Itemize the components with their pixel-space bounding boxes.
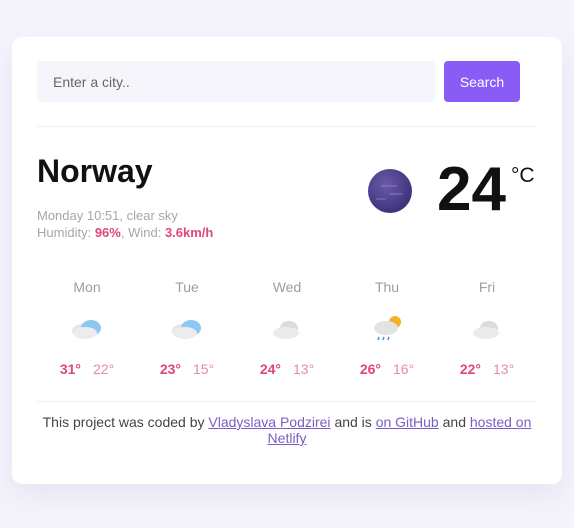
forecast-day: Mon 31° 22° (37, 275, 137, 380)
humidity-value: 96% (94, 225, 121, 240)
forecast-day: Wed 24° 13° (237, 275, 337, 380)
forecast-temps: 26° 16° (337, 361, 437, 377)
footer-text: and (442, 414, 466, 430)
forecast-day-name: Mon (73, 279, 101, 295)
forecast-day-name: Wed (272, 279, 302, 295)
forecast-day: Tue 23° 15° (137, 275, 237, 380)
divider (37, 126, 537, 127)
divider (37, 401, 537, 402)
cloud-icon (273, 321, 299, 339)
forecast-min: 13° (493, 361, 515, 377)
forecast-min: 16° (393, 361, 415, 377)
sun-cloud-rain-icon (374, 316, 401, 341)
forecast-max: 24° (259, 361, 281, 377)
day-time: Monday 10:51 (37, 208, 120, 223)
forecast: Mon 31° 22° Tue 23° 15° Wed 24° 13° Thu … (37, 275, 537, 380)
wind-label: Wind: (128, 225, 162, 240)
forecast-day-name: Fri (478, 279, 496, 295)
forecast-max: 31° (59, 361, 81, 377)
city-search-input[interactable] (37, 61, 435, 102)
moon-icon (368, 169, 412, 213)
forecast-max: 26° (359, 361, 381, 377)
wind-value: 3.6km/h (164, 225, 214, 240)
search-form: Search (37, 61, 520, 102)
forecast-day-name: Tue (175, 279, 199, 295)
weather-description: clear sky (126, 208, 178, 223)
forecast-temps: 31° 22° (37, 361, 137, 377)
footer: This project was coded by Vladyslava Pod… (37, 414, 537, 446)
cloud-icon (473, 321, 499, 339)
search-button[interactable]: Search (444, 61, 520, 102)
humidity-wind: Humidity: 96%, Wind: 3.6km/h (37, 225, 214, 240)
forecast-min: 15° (193, 361, 215, 377)
footer-text: and is (334, 414, 372, 430)
forecast-temps: 23° 15° (137, 361, 237, 377)
forecast-temps: 22° 13° (437, 361, 537, 377)
forecast-day-name: Thu (374, 279, 400, 295)
forecast-min: 13° (293, 361, 315, 377)
forecast-day: Fri 22° 13° (437, 275, 537, 380)
forecast-max: 23° (159, 361, 181, 377)
temperature-unit: °C (511, 164, 535, 187)
cloud-rain-icon (172, 320, 201, 339)
forecast-max: 22° (459, 361, 481, 377)
forecast-temps: 24° 13° (237, 361, 337, 377)
cloud-rain-icon (72, 320, 101, 339)
current-temperature: 24 (437, 155, 506, 224)
footer-text: This project was coded by (42, 414, 205, 430)
weather-card: Search Norway Monday 10:51, clear sky Hu… (12, 37, 562, 484)
humidity-label: Humidity: (37, 225, 92, 240)
current-details: Monday 10:51, clear sky Humidity: 96%, W… (37, 207, 213, 241)
forecast-min: 22° (93, 361, 115, 377)
city-name: Norway (37, 153, 153, 189)
forecast-day: Thu 26° 16° (337, 275, 437, 380)
date-description: Monday 10:51, clear sky (37, 208, 178, 223)
github-link[interactable]: on GitHub (376, 414, 439, 430)
author-link[interactable]: Vladyslava Podzirei (208, 414, 330, 430)
